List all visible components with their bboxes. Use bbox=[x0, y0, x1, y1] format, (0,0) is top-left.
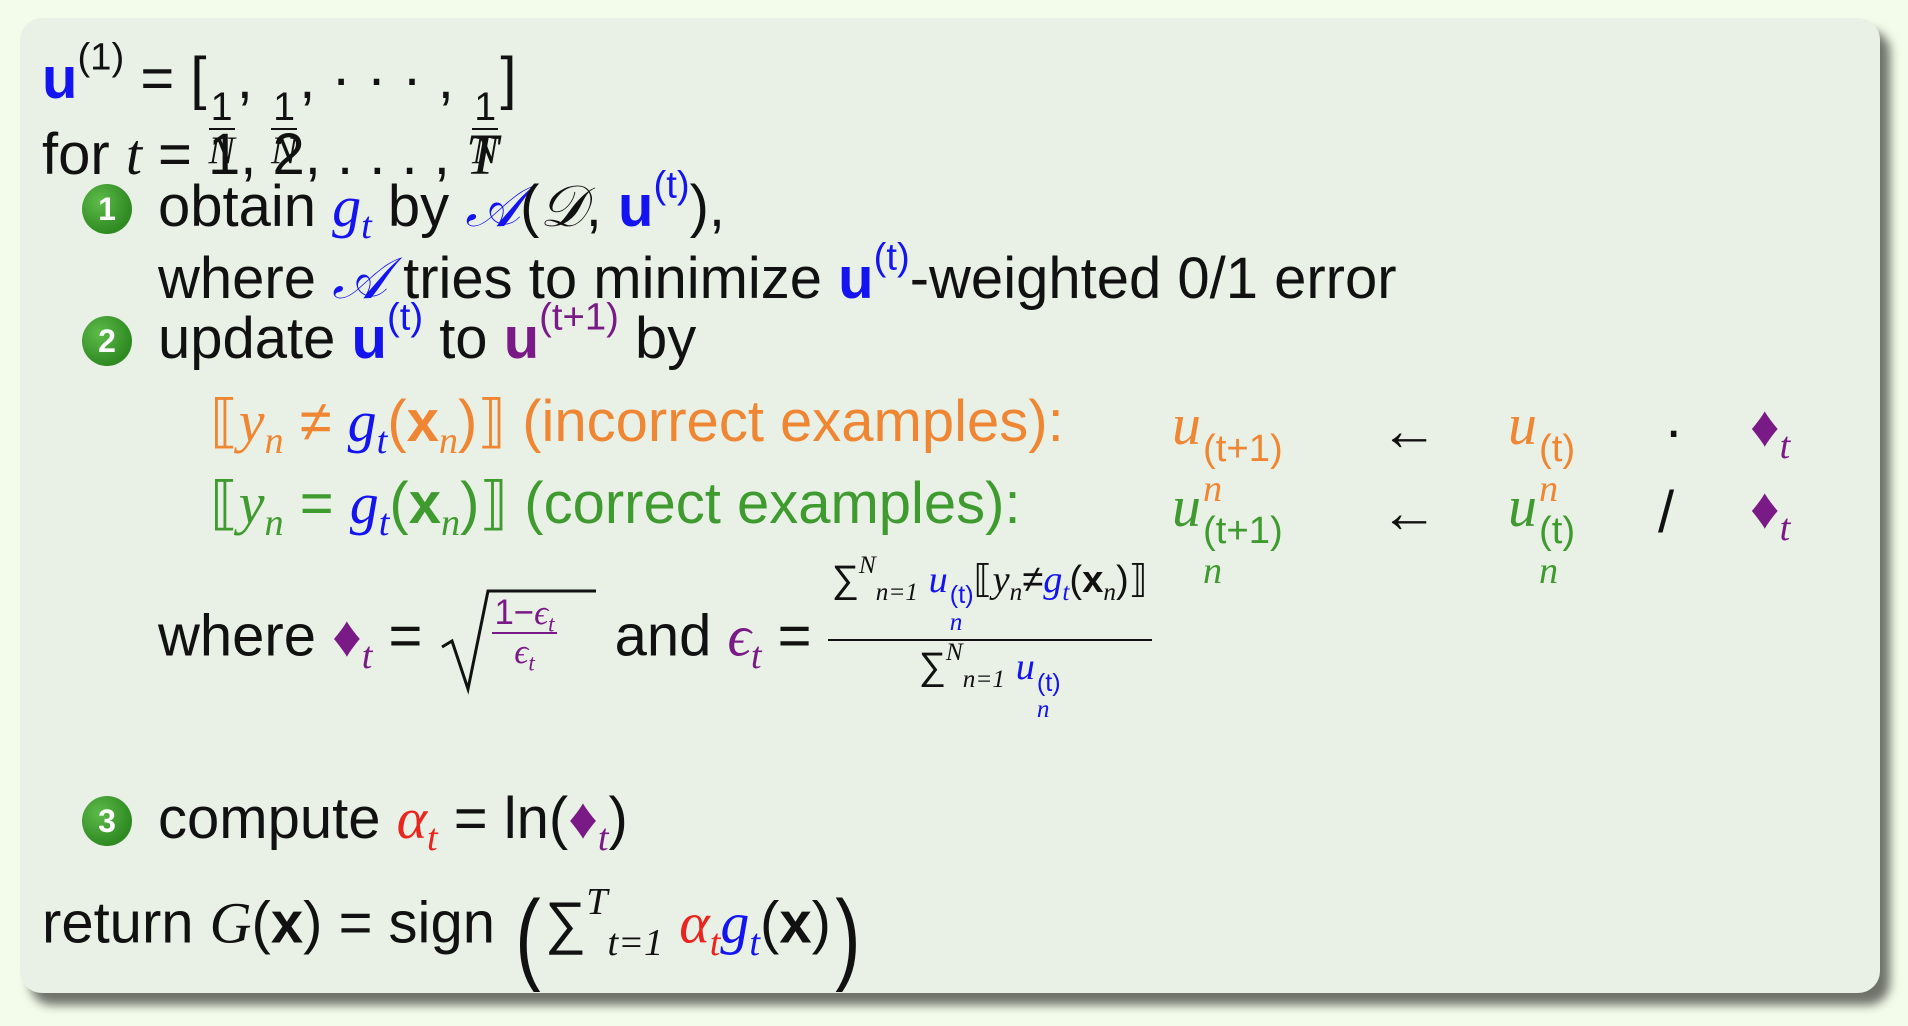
step-2-line: update u(t) to u(t+1) by bbox=[158, 295, 697, 371]
step-2-badge: 2 bbox=[82, 316, 132, 366]
slide-panel: u(1) = [1 N, 1N, · · · , 1 N] for t = 1, 2… bbox=[20, 18, 1880, 993]
u-vector: u bbox=[42, 46, 78, 111]
incorrect-rule-op: · bbox=[1664, 398, 1684, 463]
step-1-badge: 1 bbox=[82, 184, 132, 234]
correct-rule-arrow: ← bbox=[1380, 480, 1438, 545]
step-3-line: compute αt = ln(♦t) bbox=[158, 786, 628, 860]
correct-rule-factor: ♦t bbox=[1750, 476, 1791, 550]
square-root: 1−ϵt ϵt bbox=[438, 585, 598, 696]
incorrect-rule-condition: ⟦yn ≠ gt(xn)⟧ (incorrect examples): bbox=[210, 389, 1064, 463]
correct-rule-op: / bbox=[1658, 480, 1675, 545]
correct-rule-rhs: u (t) n bbox=[1508, 474, 1576, 593]
step-3-badge: 3 bbox=[82, 796, 132, 846]
incorrect-rule-factor: ♦t bbox=[1750, 394, 1791, 468]
epsilon-fraction: ∑Nn=1 u (t) n ⟦yn≠gt(xn)⟧ ∑Nn=1 u (t) n bbox=[827, 552, 1152, 723]
correct-rule-condition: ⟦yn = gt(xn)⟧ (correct examples): bbox=[210, 471, 1021, 545]
step-1-line-b: where 𝒜 tries to minimize u(t)-weighted … bbox=[158, 235, 1397, 311]
incorrect-rule-arrow: ← bbox=[1380, 398, 1438, 463]
step-1-line-a: obtain gt by 𝒜(𝒟, u(t)), bbox=[158, 163, 726, 248]
correct-rule-lhs: u (t+1) n bbox=[1172, 474, 1283, 593]
return-line: return G(x) = sign (∑Tt=1 αtgt(x)) bbox=[42, 879, 861, 993]
scaling-factor-definition: where ♦t = 1−ϵt ϵt and ϵt = ∑Nn=1 u (t) n ⟦y… bbox=[158, 552, 1152, 723]
